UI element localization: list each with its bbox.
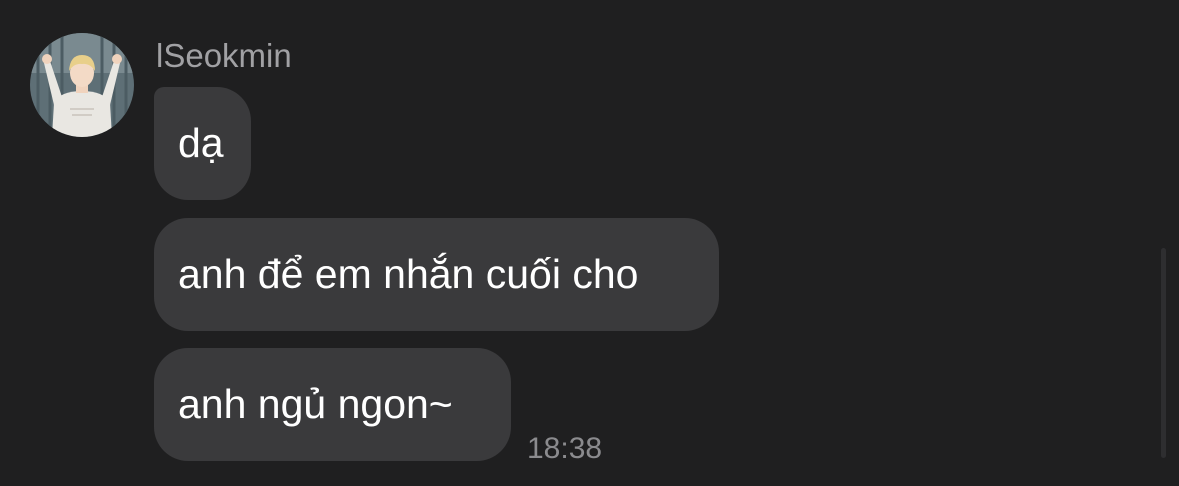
sender-name: lSeokmin (156, 37, 292, 74)
message-timestamp: 18:38 (527, 432, 603, 465)
message-text: dạ (178, 120, 224, 166)
message-text: anh ngủ ngon~ (178, 381, 453, 427)
user-avatar-photo-icon (30, 33, 134, 137)
message-bubble[interactable]: dạ (154, 87, 251, 200)
scrollbar[interactable] (1161, 248, 1166, 458)
message-bubble[interactable]: anh ngủ ngon~ (154, 348, 511, 461)
message-bubble[interactable]: anh để em nhắn cuối cho (154, 218, 719, 331)
sender-avatar[interactable] (30, 33, 134, 137)
message-text: anh để em nhắn cuối cho (178, 251, 639, 297)
